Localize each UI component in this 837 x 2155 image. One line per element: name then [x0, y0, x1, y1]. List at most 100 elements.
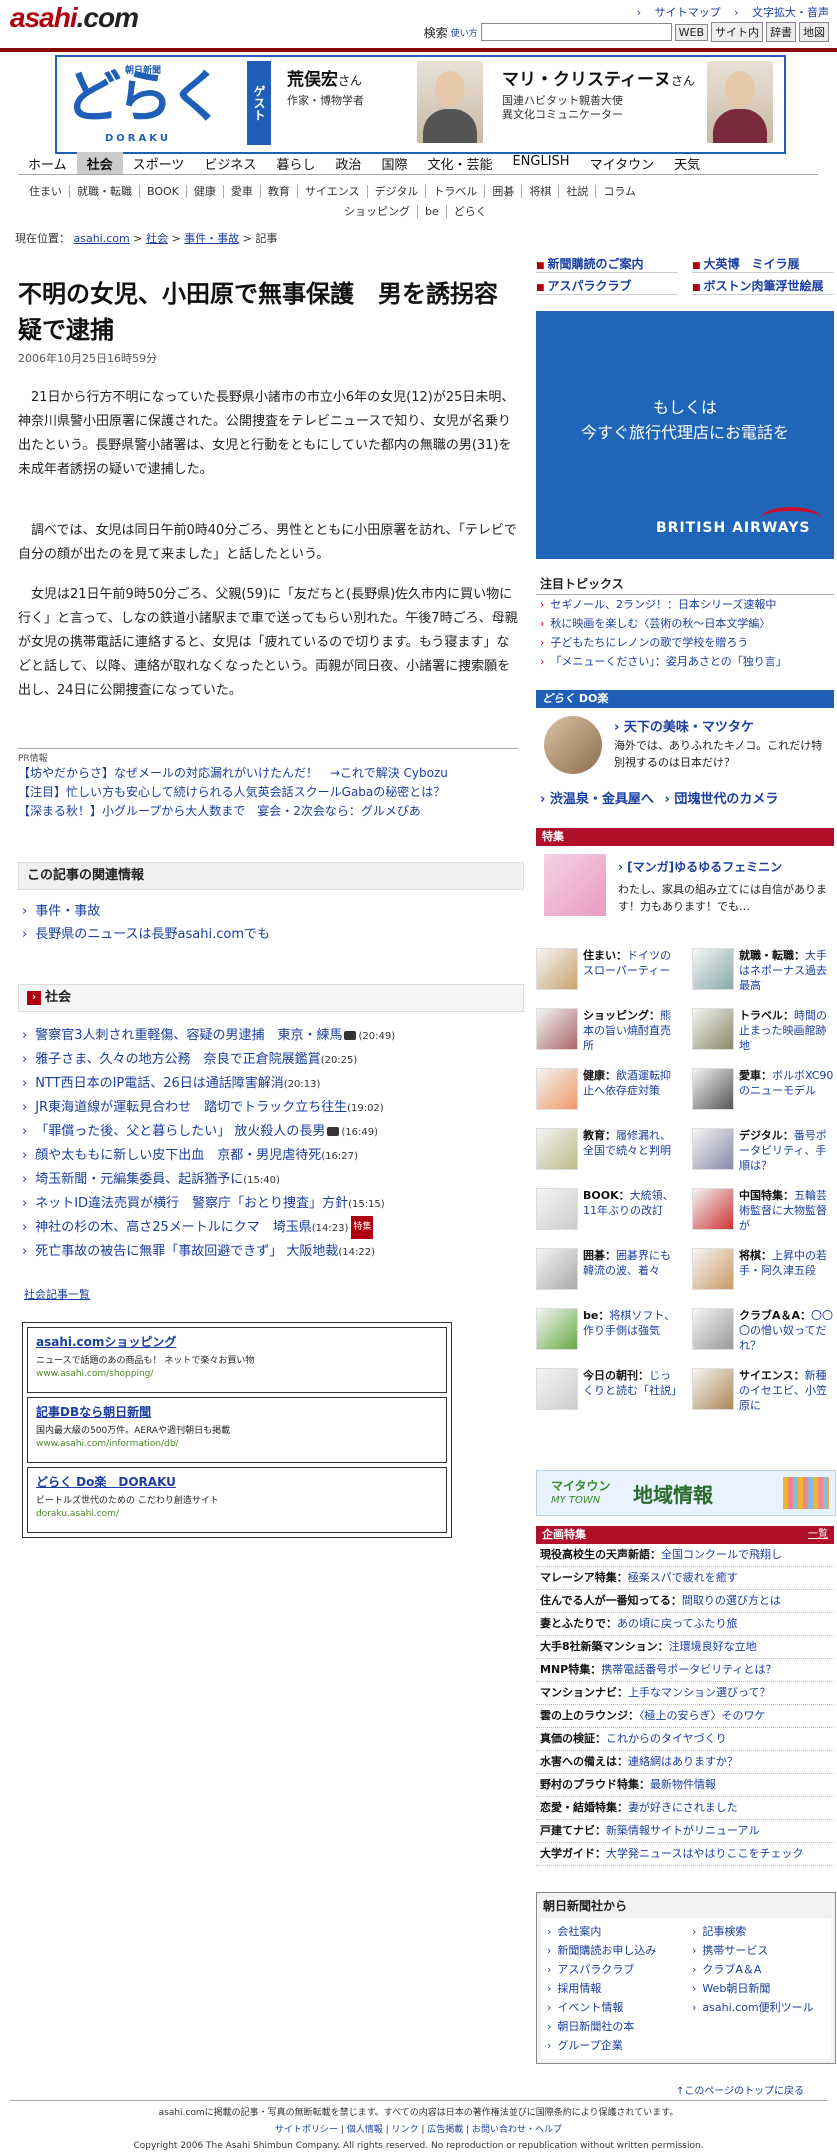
- kikaku-more-link[interactable]: 一覧: [808, 1526, 828, 1544]
- search-dictionary-button[interactable]: 辞書: [766, 22, 796, 42]
- feature-badge[interactable]: 特集: [351, 1216, 374, 1239]
- asahi-service-link[interactable]: イベント情報: [541, 1998, 686, 2017]
- topic-link[interactable]: 「メニューください」：姿月あさとの「独り言」: [536, 652, 834, 671]
- quick-link-boston[interactable]: ボストン肉筆浮世絵展: [692, 277, 834, 295]
- quick-link-subscribe[interactable]: 新聞購読のご案内: [536, 255, 678, 273]
- category-item[interactable]: トラベル：時間の止まった映画館跡地: [692, 1008, 834, 1062]
- kikaku-link[interactable]: 戸建てナビ：新築情報サイトがリニューアル: [536, 1820, 834, 1843]
- footer-link[interactable]: 個人情報: [347, 2125, 383, 2135]
- asahi-service-link[interactable]: アスパラクラブ: [541, 1960, 686, 1979]
- news-link[interactable]: 死亡事故の被告に無罪「事故回避できず」 大阪地裁: [35, 1244, 338, 1259]
- breadcrumb-incidents[interactable]: 事件・事故: [184, 232, 239, 245]
- page-top-link[interactable]: ↑このページのトップに戻る: [676, 2082, 804, 2097]
- related-link-nagano[interactable]: 長野県のニュースは長野asahi.comでも: [35, 927, 270, 942]
- nav-tab[interactable]: ホーム: [18, 152, 77, 174]
- doraku-link[interactable]: › 渋温泉・金具屋へ: [540, 792, 654, 807]
- topic-link[interactable]: 秋に映画を楽しむ〈芸術の秋〜日本文学編〉: [536, 614, 834, 633]
- category-item[interactable]: 就職・転職：大手はネポーナス過去最高: [692, 948, 834, 1002]
- breadcrumb-society[interactable]: 社会: [146, 232, 168, 245]
- category-item[interactable]: 教育：履修漏れ、全国で続々と判明: [536, 1128, 678, 1182]
- news-link[interactable]: 埼玉新聞・元編集委員、起訴猶予に: [35, 1172, 243, 1187]
- kikaku-link[interactable]: 雲の上のラウンジ：〈極上の安らぎ〉そのワケ: [536, 1705, 834, 1728]
- kikaku-link[interactable]: 野村のプラウド特集：最新物件情報: [536, 1774, 834, 1797]
- subnav-item[interactable]: 住まい: [25, 185, 69, 198]
- footer-link[interactable]: サイトポリシー: [275, 2125, 338, 2135]
- nav-tab[interactable]: 文化・芸能: [417, 152, 502, 174]
- kikaku-link[interactable]: 水害への備えは：連絡網はありますか？: [536, 1751, 834, 1774]
- subnav-item[interactable]: デジタル: [366, 185, 426, 198]
- topic-link[interactable]: 子どもたちにレノンの歌で学校を贈ろう: [536, 633, 834, 652]
- search-web-button[interactable]: WEB: [674, 23, 708, 41]
- kikaku-link[interactable]: 住んでる人が一番知ってる：間取りの選び方とは: [536, 1590, 834, 1613]
- nav-tab[interactable]: スポーツ: [123, 152, 195, 174]
- subnav-item[interactable]: 教育: [259, 185, 297, 198]
- kikaku-link[interactable]: 妻とふたりで：あの頃に戻ってふたり旅: [536, 1613, 834, 1636]
- asahi-service-link[interactable]: 新聞購読お申し込み: [541, 1941, 686, 1960]
- subnav-item[interactable]: 就職・転職: [69, 185, 139, 198]
- footer-link[interactable]: リンク: [391, 2125, 418, 2135]
- subnav-item[interactable]: 囲碁: [484, 185, 522, 198]
- footer-link[interactable]: お問い合わせ・ヘルプ: [472, 2125, 562, 2135]
- news-link[interactable]: 神社の杉の木、高さ25メートルにクマ 埼玉県: [35, 1220, 312, 1235]
- category-item[interactable]: クラブA＆A：〇〇〇の憎い奴ってだれ？: [692, 1308, 834, 1362]
- category-item[interactable]: サイエンス：新種のイセエビ、小笠原に: [692, 1368, 834, 1422]
- doraku-link[interactable]: › 団塊世代のカメラ: [664, 792, 778, 807]
- category-item[interactable]: 中国特集：五輪芸術監督に大物監督が: [692, 1188, 834, 1242]
- asahi-service-link[interactable]: 記事検索: [686, 1922, 831, 1941]
- asahi-service-link[interactable]: 採用情報: [541, 1979, 686, 1998]
- search-input[interactable]: [480, 23, 672, 41]
- kikaku-link[interactable]: 大学ガイド：大学発ニュースはやはりここをチェック: [536, 1843, 834, 1866]
- nav-tab[interactable]: 暮らし: [266, 152, 325, 174]
- news-link[interactable]: 「罪償った後、父と暮らしたい」 放火殺人の長男: [35, 1124, 325, 1139]
- category-item[interactable]: デジタル：番号ポータビリティ、手順は？: [692, 1128, 834, 1182]
- kikaku-link[interactable]: MNP特集：携帯電話番号ポータビリティとは？: [536, 1659, 834, 1682]
- category-item[interactable]: 住まい：ドイツのスローパーティー: [536, 948, 678, 1002]
- ad-box[interactable]: 記事DBなら朝日新聞 国内最大級の500万件。AERAや週刊朝日も掲載 www.as…: [27, 1397, 447, 1463]
- kikaku-link[interactable]: マンションナビ：上手なマンション選びって？: [536, 1682, 834, 1705]
- nav-tab[interactable]: ビジネス: [194, 152, 266, 174]
- topic-link[interactable]: セギノール、2ランジ！：日本シリーズ速報中: [536, 595, 834, 614]
- asahi-service-link[interactable]: 会社案内: [541, 1922, 686, 1941]
- ad-box[interactable]: asahi.comショッピング ニュースで話題のあの商品も！ ネットで楽々お買い物…: [27, 1327, 447, 1393]
- kikaku-link[interactable]: 恋愛・結婚特集：妻が好きにされました: [536, 1797, 834, 1820]
- news-link[interactable]: 雅子さま、久々の地方公務 奈良で正倉院展鑑賞: [35, 1052, 320, 1067]
- nav-tab[interactable]: 国際: [371, 152, 417, 174]
- news-link[interactable]: NTT西日本のIP電話、26日は通話障害解消: [35, 1076, 284, 1091]
- news-link[interactable]: JR東海道線が運転見合わせ 踏切でトラック立ち往生: [35, 1100, 347, 1115]
- nav-tab[interactable]: 政治: [325, 152, 371, 174]
- news-link[interactable]: 顔や太ももに新しい皮下出血 京都・男児虐待死: [35, 1148, 321, 1163]
- asahi-service-link[interactable]: 朝日新聞社の本: [541, 2017, 686, 2036]
- footer-link[interactable]: 広告掲載: [427, 2125, 463, 2135]
- category-item[interactable]: BOOK：大統領、11年ぶりの改訂: [536, 1188, 678, 1242]
- society-more-link[interactable]: 社会記事一覧: [24, 1286, 90, 1302]
- tokushu-headline[interactable]: › [マンガ]ゆるゆるフェミニン: [618, 858, 828, 875]
- pr-link[interactable]: 【注目】忙しい方も安心して続けられる人気英会話スクールGabaの秘密とは？: [18, 783, 518, 802]
- category-item[interactable]: 健康：飲酒運転抑止へ依存症対策: [536, 1068, 678, 1122]
- breadcrumb-home[interactable]: asahi.com: [74, 232, 130, 245]
- asahi-logo[interactable]: asahi.com: [10, 2, 139, 34]
- doraku-headline[interactable]: › 天下の美味・マツタケ: [614, 716, 829, 735]
- related-link-incidents[interactable]: 事件・事故: [35, 904, 100, 919]
- ad-box[interactable]: どらく Do楽 DORAKU ビートルズ世代のための こだわり創造サイト dorak…: [27, 1467, 447, 1533]
- category-item[interactable]: 囲碁：囲碁界にも韓流の波、着々: [536, 1248, 678, 1302]
- kikaku-link[interactable]: マレーシア特集：極楽スパで疲れを癒す: [536, 1567, 834, 1590]
- subnav-item[interactable]: サイエンス: [296, 185, 367, 198]
- category-item[interactable]: ショッピング：熊本の旨い焼酎直売所: [536, 1008, 678, 1062]
- search-map-button[interactable]: 地図: [799, 22, 829, 42]
- subnav-item[interactable]: コラム: [595, 185, 644, 198]
- nav-tab[interactable]: マイタウン: [580, 152, 664, 174]
- sitemap-link[interactable]: › サイトマップ: [637, 6, 721, 19]
- kikaku-link[interactable]: 大手8社新築マンション：注環境良好な立地: [536, 1636, 834, 1659]
- subnav-item[interactable]: 将棋: [521, 185, 559, 198]
- quick-link-mummy[interactable]: 大英博 ミイラ展: [692, 255, 834, 273]
- asahi-service-link[interactable]: グループ企業: [541, 2036, 686, 2055]
- subnav-item[interactable]: 愛車: [222, 185, 260, 198]
- kikaku-link[interactable]: 現役高校生の天声新語：全国コンクールで飛翔し: [536, 1544, 834, 1567]
- pr-link[interactable]: 【坊やだからさ】なぜメールの対応漏れがいけたんだ！ →これで解決 Cybozu: [18, 764, 518, 783]
- british-airways-ad[interactable]: もしくは 今すぐ旅行代理店にお電話を BRITISH AIRWAYS: [536, 311, 834, 559]
- asahi-service-link[interactable]: asahi.com便利ツール: [686, 1998, 831, 2017]
- subnav-item[interactable]: トラベル: [425, 185, 485, 198]
- subnav-item[interactable]: 社説: [558, 185, 596, 198]
- text-size-link[interactable]: › 文字拡大・音声: [734, 6, 829, 19]
- subnav-item[interactable]: ショッピング: [340, 205, 417, 218]
